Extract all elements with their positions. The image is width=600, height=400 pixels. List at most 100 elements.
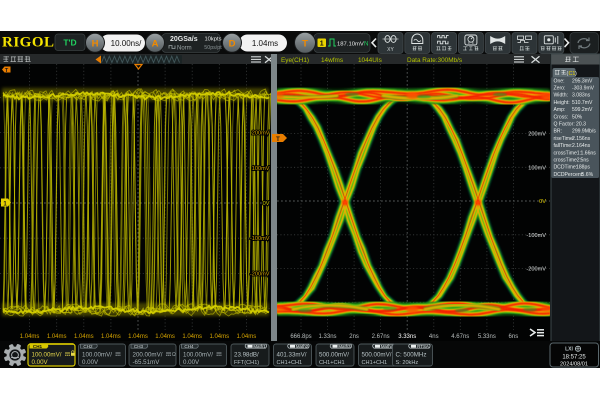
svg-text:50ps/pt: 50ps/pt bbox=[204, 45, 222, 51]
svg-text:BR:: BR: bbox=[554, 129, 563, 135]
svg-text:100mV: 100mV bbox=[252, 166, 270, 172]
svg-text:10kpts: 10kpts bbox=[204, 37, 221, 43]
svg-text:20GSa/s: 20GSa/s bbox=[170, 36, 198, 43]
svg-text:N: N bbox=[364, 41, 369, 48]
svg-text:18:57:25: 18:57:25 bbox=[562, 354, 586, 360]
svg-text:100.00mV/: 100.00mV/ bbox=[183, 352, 213, 359]
svg-text:Math3: Math3 bbox=[338, 344, 351, 349]
svg-text:5.33ns: 5.33ns bbox=[478, 334, 496, 340]
svg-text:-100mV: -100mV bbox=[526, 233, 546, 239]
svg-text:One:: One: bbox=[554, 78, 565, 84]
svg-text:crossTime2:: crossTime2: bbox=[554, 158, 582, 164]
svg-text:14wfms: 14wfms bbox=[321, 57, 343, 64]
svg-text:Math1: Math1 bbox=[253, 344, 266, 349]
svg-text:1: 1 bbox=[320, 40, 324, 47]
svg-text:fallTime:: fallTime: bbox=[554, 143, 573, 149]
svg-text:XY: XY bbox=[387, 47, 394, 53]
svg-text:500.00mV/: 500.00mV/ bbox=[362, 352, 392, 359]
svg-text:-65.51mV: -65.51mV bbox=[133, 359, 161, 366]
svg-text:CH1+CH1: CH1+CH1 bbox=[319, 360, 345, 366]
svg-text:2ns: 2ns bbox=[349, 334, 359, 340]
svg-text:T: T bbox=[276, 137, 280, 143]
svg-text:3.083ns: 3.083ns bbox=[572, 93, 591, 99]
svg-text:0.00V: 0.00V bbox=[32, 359, 49, 366]
svg-text:666.8ps: 666.8ps bbox=[290, 334, 311, 340]
svg-text:2.156ns: 2.156ns bbox=[572, 136, 591, 142]
svg-text:200.00mV/: 200.00mV/ bbox=[133, 352, 163, 359]
svg-text:Cross:: Cross: bbox=[554, 114, 569, 120]
svg-text:299.9Mb/s: 299.9Mb/s bbox=[572, 129, 596, 135]
svg-text:RIGOL: RIGOL bbox=[2, 35, 55, 51]
svg-text:188ps: 188ps bbox=[576, 165, 590, 171]
svg-text:1.04ms: 1.04ms bbox=[237, 334, 257, 340]
svg-text:1.04ms: 1.04ms bbox=[155, 334, 175, 340]
svg-text:): ) bbox=[575, 71, 577, 77]
svg-text:1.33ns: 1.33ns bbox=[319, 334, 337, 340]
svg-text:50%: 50% bbox=[572, 114, 583, 120]
svg-text:2.164ns: 2.164ns bbox=[572, 143, 591, 149]
svg-text:Height:: Height: bbox=[554, 100, 570, 106]
svg-text:6ns: 6ns bbox=[509, 334, 519, 340]
svg-text:Data Rate:300Mb/s: Data Rate:300Mb/s bbox=[407, 57, 462, 64]
svg-text:DCDPercent:: DCDPercent: bbox=[554, 172, 584, 178]
svg-text:Math4: Math4 bbox=[381, 344, 394, 349]
svg-text:CH2: CH2 bbox=[83, 344, 93, 349]
svg-text:2.67ns: 2.67ns bbox=[372, 334, 390, 340]
svg-text:CH1+CH1: CH1+CH1 bbox=[277, 360, 303, 366]
svg-text:1044UIs: 1044UIs bbox=[358, 57, 382, 64]
svg-text:RTSA: RTSA bbox=[417, 344, 429, 349]
svg-text:DCDTime:: DCDTime: bbox=[554, 165, 578, 171]
svg-text:100.00mV/: 100.00mV/ bbox=[32, 352, 62, 359]
svg-text:-200mV: -200mV bbox=[250, 272, 270, 278]
svg-text:187.10mV: 187.10mV bbox=[337, 41, 364, 47]
svg-text:2024/08/01: 2024/08/01 bbox=[560, 361, 588, 367]
svg-text:CH1+CH1: CH1+CH1 bbox=[362, 360, 388, 366]
svg-text:CH1: CH1 bbox=[33, 344, 43, 349]
svg-text:1.04ms: 1.04ms bbox=[209, 334, 229, 340]
svg-text:-100mV: -100mV bbox=[250, 236, 270, 242]
svg-text:1.04ms: 1.04ms bbox=[101, 334, 121, 340]
svg-text:401.33mV/: 401.33mV/ bbox=[277, 352, 307, 359]
svg-text:0V: 0V bbox=[539, 199, 546, 205]
svg-text:1.04ms: 1.04ms bbox=[252, 39, 278, 48]
svg-text:Math2: Math2 bbox=[296, 344, 309, 349]
svg-text:5ns: 5ns bbox=[581, 158, 590, 164]
svg-text:1.04ms: 1.04ms bbox=[128, 334, 148, 340]
svg-text:510.7mV: 510.7mV bbox=[572, 100, 593, 106]
svg-text:100.00mV/: 100.00mV/ bbox=[82, 352, 112, 359]
svg-text:10.00ns/: 10.00ns/ bbox=[111, 39, 142, 48]
svg-text:20.3: 20.3 bbox=[576, 122, 586, 128]
svg-text:A: A bbox=[152, 38, 159, 49]
svg-text:100mV: 100mV bbox=[528, 165, 546, 171]
svg-text:H: H bbox=[92, 38, 99, 49]
svg-text:1.04ms: 1.04ms bbox=[47, 334, 67, 340]
svg-text:4.67ns: 4.67ns bbox=[451, 334, 469, 340]
svg-text:0.00V: 0.00V bbox=[82, 359, 99, 366]
svg-text:Norm: Norm bbox=[177, 46, 192, 52]
svg-text:1.04ms: 1.04ms bbox=[20, 334, 40, 340]
svg-text:Zero:: Zero: bbox=[554, 86, 566, 92]
svg-text:1.66ns: 1.66ns bbox=[581, 150, 597, 156]
svg-text:23.98dB/: 23.98dB/ bbox=[234, 352, 259, 359]
svg-text:Ω: Ω bbox=[172, 352, 176, 358]
svg-text:FFT(CH1): FFT(CH1) bbox=[234, 360, 259, 366]
svg-text:1.04ms: 1.04ms bbox=[74, 334, 94, 340]
svg-text:200mV: 200mV bbox=[252, 131, 270, 137]
svg-text:T: T bbox=[302, 38, 308, 49]
svg-text:C: 500MHz: C: 500MHz bbox=[396, 352, 427, 359]
svg-text:CH4: CH4 bbox=[184, 344, 194, 349]
svg-text:0.00V: 0.00V bbox=[183, 359, 200, 366]
svg-text:Q Factor:: Q Factor: bbox=[554, 122, 575, 128]
svg-text:0V: 0V bbox=[263, 201, 270, 207]
svg-text:3.33ns: 3.33ns bbox=[398, 334, 416, 340]
svg-text:D: D bbox=[229, 38, 236, 49]
svg-text:5.6%: 5.6% bbox=[582, 172, 594, 178]
svg-text:200mV: 200mV bbox=[528, 132, 546, 138]
svg-text:S: 20kHz: S: 20kHz bbox=[396, 360, 419, 366]
svg-text:Width:: Width: bbox=[554, 93, 568, 99]
svg-text:500.00mV/: 500.00mV/ bbox=[319, 352, 349, 359]
svg-text:crossTime1:: crossTime1: bbox=[554, 150, 582, 156]
svg-text:CH3: CH3 bbox=[134, 344, 144, 349]
svg-text:LXI: LXI bbox=[565, 347, 573, 353]
svg-text:T'D: T'D bbox=[63, 38, 76, 48]
